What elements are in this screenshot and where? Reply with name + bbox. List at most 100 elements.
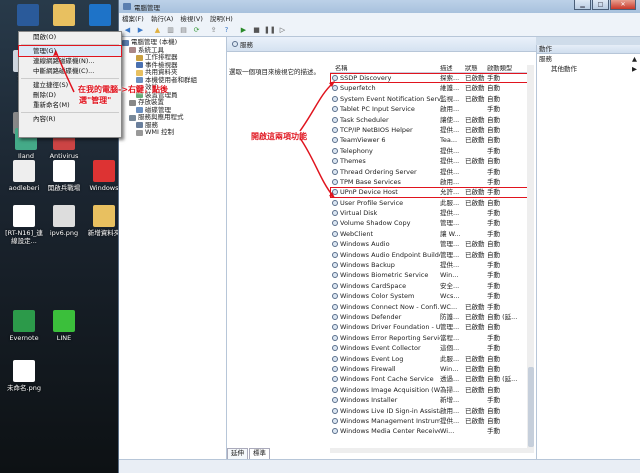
back-icon[interactable]: ◀ <box>122 25 133 35</box>
desktop-icon[interactable]: [RT-N16]_連線設定... <box>4 205 44 245</box>
desktop-icon[interactable] <box>80 4 120 28</box>
service-row[interactable]: Windows Live ID Sign-in Assistant 啟用... 已啟… <box>330 406 530 416</box>
service-row[interactable]: Superfetch 維護... 已啟動 自動 <box>330 83 530 93</box>
actions-section-services[interactable]: 服務 ▲ <box>537 54 640 64</box>
service-row[interactable]: Windows Driver Foundation - U... 管理... 已啟動… <box>330 322 530 332</box>
minimize-button[interactable]: ▁ <box>574 0 591 10</box>
up-folder-icon[interactable]: ▲ <box>152 25 163 35</box>
desktop-icon[interactable]: Evernote <box>4 310 44 342</box>
service-row[interactable]: User Profile Service 此服... 已啟動 自動 <box>330 198 530 208</box>
status-bar <box>119 459 640 473</box>
context-menu-item[interactable]: 連線網路磁碟機(N)... <box>19 56 121 66</box>
pause-icon[interactable]: ❚❚ <box>264 25 276 35</box>
toolbar: ◀ ▶ ▲ ▥ ▤ ⟳ ⇪? ▶ ■ ❚❚ ▷ <box>119 23 640 37</box>
menu-item[interactable]: 檢視(V) <box>180 13 203 23</box>
service-row[interactable]: Windows Firewall Win... 已啟動 自動 <box>330 364 530 374</box>
tab-standard[interactable]: 標準 <box>249 448 270 459</box>
menu-item[interactable]: 檔案(F) <box>122 13 144 23</box>
service-name-cell: TeamViewer 6 <box>330 135 440 145</box>
service-row[interactable]: WebClient 讓 W... 手動 <box>330 229 530 239</box>
desktop-icon[interactable] <box>44 4 84 28</box>
service-row[interactable]: SSDP Discovery 探索... 已啟動 手動 <box>330 73 530 84</box>
menu-item[interactable]: 執行(A) <box>151 13 174 23</box>
service-row[interactable]: TPM Base Services 啟用... 手動 <box>330 177 530 187</box>
service-row[interactable]: Telephony 提供... 手動 <box>330 146 530 156</box>
tree-item[interactable]: WMI 控制 <box>119 128 226 137</box>
context-menu-item[interactable]: 內容(R) <box>19 114 121 124</box>
play-icon[interactable]: ▶ <box>238 25 249 35</box>
service-row[interactable]: UPnP Device Host 允許... 已啟動 手動 <box>330 187 530 198</box>
service-row[interactable]: Windows CardSpace 安全... 手動 <box>330 281 530 291</box>
service-name-cell: Windows Event Collector <box>330 343 440 353</box>
service-row[interactable]: Windows Defender 防護... 已啟動 自動 (延... <box>330 312 530 322</box>
service-startup-cell: 自動 <box>487 354 500 363</box>
service-startup-cell: 自動 <box>487 416 500 425</box>
close-button[interactable]: ✕ <box>610 0 636 10</box>
service-name: Windows Firewall <box>340 364 396 373</box>
scrollbar-thumb[interactable] <box>527 367 534 447</box>
computer-icon <box>17 4 39 26</box>
service-row[interactable]: Windows Audio 管理... 已啟動 自動 <box>330 239 530 249</box>
desktop-icon[interactable]: 未命名.png <box>4 360 44 392</box>
service-row[interactable]: Windows Biometric Service Win... 手動 <box>330 270 530 280</box>
horizontal-scrollbar[interactable] <box>330 448 528 453</box>
tree-item[interactable]: 本機使用者和群組 <box>119 76 226 85</box>
desktop-icon[interactable]: ipv6.png <box>44 205 84 237</box>
restart-icon[interactable]: ▷ <box>277 25 288 35</box>
service-row[interactable]: Windows Event Collector 這個... 手動 <box>330 343 530 353</box>
service-row[interactable]: Windows Event Log 此服... 已啟動 自動 <box>330 354 530 364</box>
service-row[interactable]: Task Scheduler 讓使... 已啟動 自動 <box>330 115 530 125</box>
service-row[interactable]: Volume Shadow Copy 管理... 手動 <box>330 218 530 228</box>
help-icon[interactable]: ? <box>221 25 232 35</box>
service-name: Thread Ordering Server <box>340 167 417 176</box>
service-row[interactable]: TCP/IP NetBIOS Helper 提供... 已啟動 自動 <box>330 125 530 135</box>
stop-icon[interactable]: ■ <box>251 25 262 35</box>
service-row[interactable]: Windows Audio Endpoint Builder 管理... 已啟動 自動 <box>330 250 530 260</box>
service-startup-cell: 手動 <box>487 292 500 301</box>
column-status-header[interactable]: 狀態 <box>465 65 487 72</box>
service-row[interactable]: Windows Installer 新增... 手動 <box>330 395 530 405</box>
column-startup-header[interactable]: 啟動類型 <box>487 65 525 72</box>
service-row[interactable]: Windows Connect Now - Confi... WC... 已啟動 手動 <box>330 302 530 312</box>
service-row[interactable]: Windows Error Reporting Service 當程... 手動 <box>330 333 530 343</box>
service-row[interactable]: Windows Image Acquisition (WIA) 為掃... 已啟動自… <box>330 385 530 395</box>
show-hide-tree-icon[interactable]: ▥ <box>165 25 176 35</box>
service-row[interactable]: Virtual Disk 提供... 手動 <box>330 208 530 218</box>
context-menu-item[interactable]: 管理(G) <box>18 45 122 57</box>
refresh-icon[interactable]: ⟳ <box>191 25 202 35</box>
service-row[interactable]: Windows Font Cache Service 透過... 已啟動 自動 (延.… <box>330 374 530 384</box>
properties-icon[interactable]: ▤ <box>178 25 189 35</box>
service-row[interactable]: Windows Management Instrum... 提供... 已啟動 自動 <box>330 416 530 426</box>
service-name: Task Scheduler <box>340 115 389 124</box>
collapse-icon[interactable]: ▲ <box>632 54 637 64</box>
service-row[interactable]: Windows Backup 提供... 手動 <box>330 260 530 270</box>
service-row[interactable]: TeamViewer 6 Tea... 已啟動 自動 <box>330 135 530 145</box>
tab-extended[interactable]: 延伸 <box>227 448 248 459</box>
desktop-icon[interactable] <box>8 4 48 28</box>
export-icon[interactable]: ⇪ <box>208 25 219 35</box>
desktop-icon[interactable]: 開啟兵戰場 <box>44 160 84 192</box>
forward-icon[interactable]: ▶ <box>135 25 146 35</box>
tree-item[interactable]: 電腦管理 (本機) <box>119 38 226 47</box>
title-bar[interactable]: 電腦管理 ▁ □ ✕ <box>119 0 640 13</box>
desktop-icon[interactable]: aodleberi <box>4 160 44 192</box>
service-row[interactable]: Tablet PC Input Service 啟用... 手動 <box>330 104 530 114</box>
service-row[interactable]: Thread Ordering Server 提供... 手動 <box>330 167 530 177</box>
column-desc-header[interactable]: 描述 <box>440 65 465 72</box>
service-row[interactable]: Windows Media Center Receive... Wi... 手動 <box>330 426 530 436</box>
context-menu-item[interactable]: 中斷網路磁碟機(C)... <box>19 66 121 76</box>
maximize-button[interactable]: □ <box>592 0 609 10</box>
more-actions-item[interactable]: 其他動作 ▶ <box>537 64 640 74</box>
gear-icon <box>332 334 338 341</box>
service-row[interactable]: System Event Notification Service 監視... 已啟… <box>330 94 530 104</box>
tree-item[interactable]: 服務與應用程式 <box>119 113 226 122</box>
service-startup-cell: 手動 <box>487 167 500 176</box>
menu-item[interactable]: 說明(H) <box>210 13 233 23</box>
desktop-icon[interactable]: LINE <box>44 310 84 342</box>
service-name: Windows Event Log <box>340 354 404 363</box>
service-row[interactable]: Windows Color System Wcs... 手動 <box>330 291 530 301</box>
context-menu-item[interactable]: 開啟(O) <box>19 32 121 42</box>
service-status-cell: 已啟動 <box>465 125 485 134</box>
service-row[interactable]: Themes 提供... 已啟動 自動 <box>330 156 530 166</box>
column-name-header[interactable]: 名稱 <box>330 65 440 72</box>
